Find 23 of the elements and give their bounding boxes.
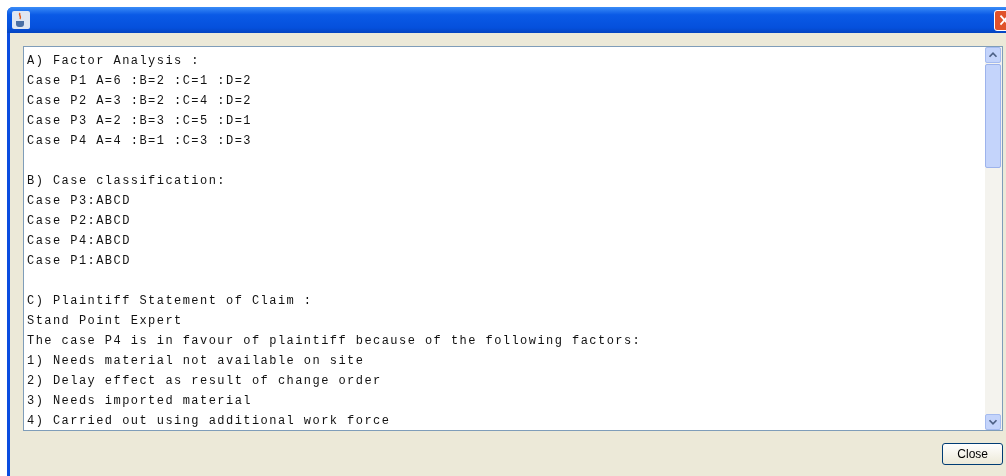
text-line: 3) Needs imported material bbox=[27, 393, 252, 410]
text-line: Case P4:ABCD bbox=[27, 233, 131, 250]
text-line: 4) Carried out using additional work force bbox=[27, 413, 391, 430]
text-line: 2) Delay effect as result of change order bbox=[27, 373, 382, 390]
scroll-up-icon[interactable] bbox=[985, 47, 1001, 63]
text-line: The case P4 is in favour of plaintiff because of the following factors: bbox=[27, 333, 642, 350]
text-line: Case P2 A=3 :B=2 :C=4 :D=2 bbox=[27, 93, 252, 110]
text-line: A) Factor Analysis : bbox=[27, 53, 201, 70]
coffee-cup-icon bbox=[12, 11, 30, 29]
text-line: Case P2:ABCD bbox=[27, 213, 131, 230]
scroll-down-icon[interactable] bbox=[985, 414, 1001, 430]
text-line: Case P4 A=4 :B=1 :C=3 :D=3 bbox=[27, 133, 252, 150]
scrollbar[interactable] bbox=[985, 47, 1002, 430]
text-line: B) Case classification: bbox=[27, 173, 226, 190]
scroll-thumb[interactable] bbox=[985, 64, 1001, 168]
text-line: Stand Point Expert bbox=[27, 313, 183, 330]
text-line: Case P3:ABCD bbox=[27, 193, 131, 210]
text-line: Case P1 A=6 :B=2 :C=1 :D=2 bbox=[27, 73, 252, 90]
text-line: Case P3 A=2 :B=3 :C=5 :D=1 bbox=[27, 113, 252, 130]
text-line: 1) Needs material not available on site bbox=[27, 353, 365, 370]
close-button[interactable]: Close bbox=[942, 443, 1003, 465]
text-line: Case P1:ABCD bbox=[27, 253, 131, 270]
text-line: C) Plaintiff Statement of Claim : bbox=[27, 293, 313, 310]
